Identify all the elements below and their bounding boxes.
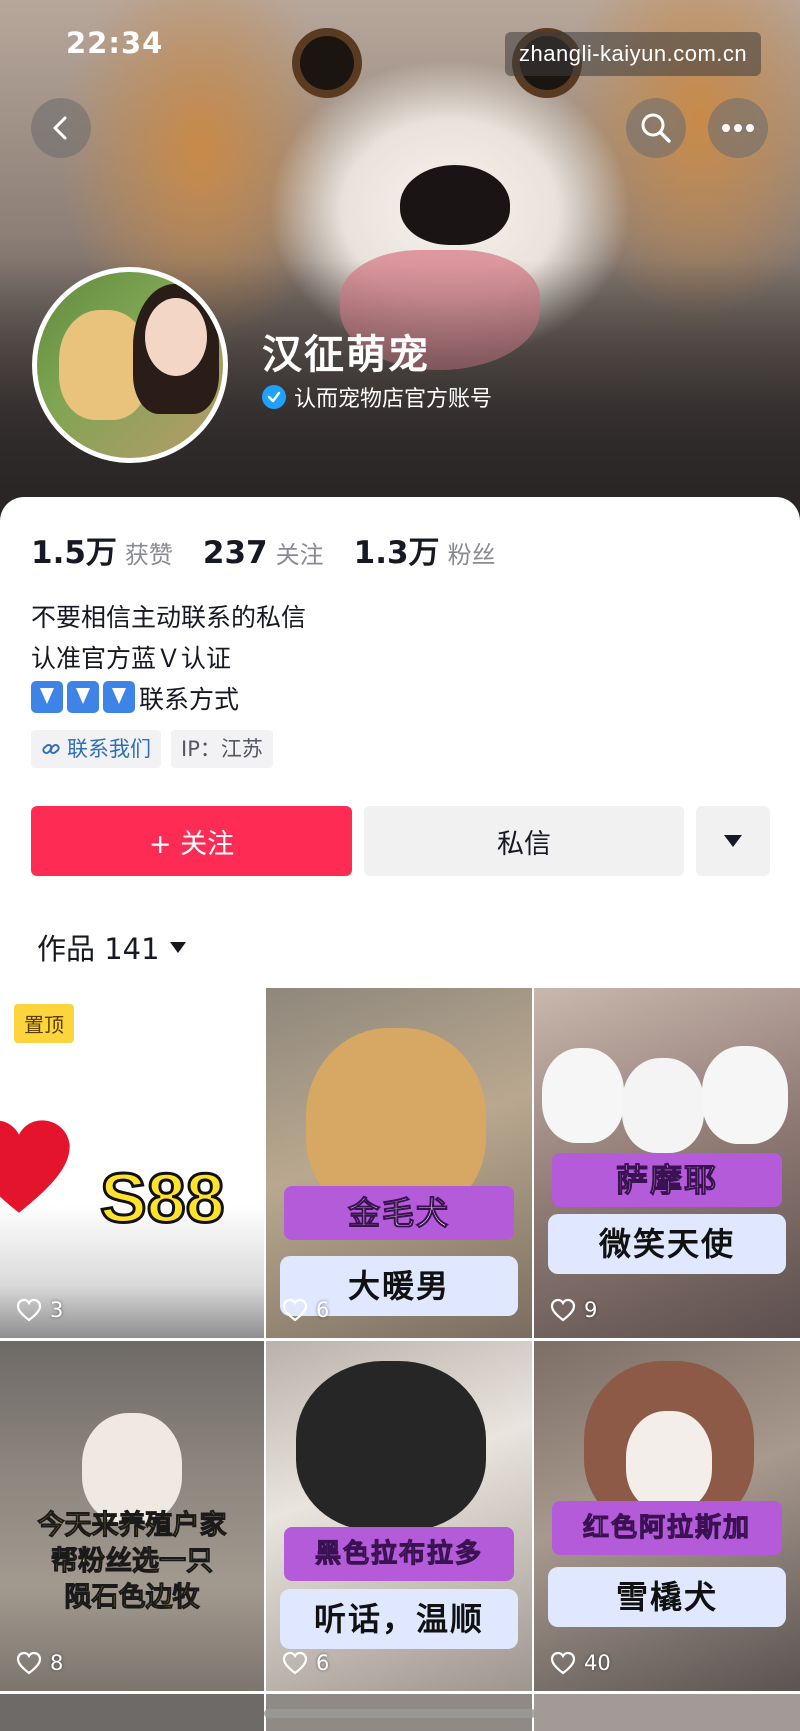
like-heart-icon (550, 1651, 576, 1675)
like-count-value: 6 (316, 1651, 330, 1675)
back-button[interactable] (31, 98, 91, 158)
stat-followers[interactable]: 1.3万 粉丝 (354, 527, 496, 572)
video-grid: 置顶 S88 3 金毛犬 大暖男 6 萨摩耶 微笑天使 9 今天来养殖户家 帮粉… (0, 988, 800, 1731)
video-thumbnail[interactable]: 萨摩耶 微笑天使 9 (534, 988, 800, 1338)
more-options-button[interactable] (708, 98, 768, 158)
like-count-value: 3 (50, 1298, 64, 1322)
tab-works-label: 作品 141 (37, 932, 160, 966)
puppy-image (296, 1361, 486, 1531)
bio-line: 不要相信主动联系的私信 (31, 603, 307, 632)
video-caption-bottom: 微笑天使 (548, 1214, 786, 1274)
video-caption-top: 红色阿拉斯加 (552, 1501, 782, 1555)
video-caption-line: 今天来养殖户家 (37, 1510, 227, 1542)
profile-stats: 1.5万 获赞 237 关注 1.3万 粉丝 (31, 527, 526, 572)
stat-likes-label: 获赞 (124, 541, 173, 569)
like-heart-icon (16, 1298, 42, 1322)
like-heart-icon (550, 1298, 576, 1322)
video-thumbnail[interactable]: 黑色拉布拉多 听话，温顺 6 (266, 1341, 532, 1691)
search-button[interactable] (626, 98, 686, 158)
video-thumbnail[interactable]: 置顶 S88 3 (0, 988, 264, 1338)
status-time: 22:34 (66, 26, 164, 60)
stat-following-value: 237 (202, 535, 268, 571)
search-icon (641, 113, 671, 143)
profile-bio: 不要相信主动联系的私信 认准官方蓝Ｖ认证 联系方式 (31, 597, 306, 720)
video-caption-line: 帮粉丝选一只 (51, 1546, 214, 1578)
profile-tags: 联系我们 IP：江苏 (31, 730, 273, 768)
stat-likes-value: 1.5万 (31, 535, 117, 571)
verified-badge-icon (262, 385, 286, 409)
watermark: zhangli-kaiyun.com.cn (505, 32, 762, 76)
puppy-face (626, 1411, 712, 1511)
bio-line: 认准官方蓝Ｖ认证 (31, 644, 232, 673)
video-caption-bottom: 雪橇犬 (548, 1567, 786, 1627)
pinned-badge: 置顶 (14, 1004, 74, 1043)
video-caption-top: 黑色拉布拉多 (284, 1527, 514, 1581)
follow-button[interactable]: + 关注 (31, 806, 352, 876)
stat-followers-label: 粉丝 (447, 541, 496, 569)
stat-followers-value: 1.3万 (353, 535, 440, 571)
contact-us-label: 联系我们 (67, 737, 151, 761)
verification-row: 认而宠物店官方账号 (262, 381, 492, 413)
home-indicator[interactable] (264, 1709, 536, 1718)
video-caption-line: 陨石色边牧 (64, 1582, 200, 1614)
like-heart-icon (16, 1651, 42, 1675)
like-count-value: 9 (584, 1298, 598, 1322)
video-thumbnail[interactable] (534, 1694, 800, 1731)
video-thumbnail[interactable]: 金毛犬 大暖男 6 (266, 988, 532, 1338)
avatar-face (145, 298, 207, 376)
ip-location-label: IP：江苏 (181, 737, 263, 761)
like-heart-icon (282, 1298, 308, 1322)
tab-works[interactable]: 作品 141 (37, 926, 186, 968)
back-arrow-icon (53, 116, 67, 140)
puppy-image (542, 1048, 624, 1143)
video-thumbnail[interactable]: 红色阿拉斯加 雪橇犬 40 (534, 1341, 800, 1691)
heart-icon (0, 1120, 70, 1213)
like-count: 9 (550, 1298, 597, 1322)
stat-following-label: 关注 (275, 541, 324, 569)
verification-text: 认而宠物店官方账号 (294, 387, 493, 412)
down-arrow-icon (67, 681, 99, 713)
caret-down-icon (169, 941, 186, 953)
avatar[interactable] (32, 267, 228, 463)
video-caption-top: 金毛犬 (284, 1186, 514, 1240)
profile-nickname: 汉征萌宠 (262, 332, 430, 378)
video-big-text: S88 (99, 1158, 227, 1239)
like-count: 40 (550, 1651, 611, 1675)
like-count: 6 (282, 1298, 329, 1322)
like-count: 3 (16, 1298, 63, 1322)
contact-us-link[interactable]: 联系我们 (31, 730, 161, 768)
bio-line: 联系方式 (139, 685, 240, 714)
ip-location-tag: IP：江苏 (171, 730, 273, 768)
message-button[interactable]: 私信 (364, 806, 684, 876)
caret-down-icon (724, 835, 742, 847)
bio-line-contact: 联系方式 (31, 679, 306, 720)
puppy-image (622, 1058, 704, 1153)
puppy-image (702, 1046, 788, 1144)
video-thumbnail[interactable]: 今天来养殖户家 帮粉丝选一只 陨石色边牧 8 (0, 1341, 264, 1691)
like-count-value: 40 (584, 1651, 611, 1675)
video-caption-top: 萨摩耶 (552, 1153, 782, 1207)
like-count: 8 (16, 1651, 63, 1675)
puppy-image (82, 1413, 182, 1523)
like-count: 6 (282, 1651, 329, 1675)
down-arrow-icon (31, 681, 63, 713)
recommend-dropdown-button[interactable] (696, 806, 770, 876)
banner-dog-eye (300, 36, 354, 90)
stat-following[interactable]: 237 关注 (203, 535, 324, 571)
like-count-value: 6 (316, 1298, 330, 1322)
stat-likes[interactable]: 1.5万 获赞 (31, 527, 173, 572)
video-thumbnail[interactable] (0, 1694, 264, 1731)
message-button-label: 私信 (497, 828, 551, 860)
banner-dog-nose (400, 165, 510, 245)
like-heart-icon (282, 1651, 308, 1675)
profile-actions: + 关注 私信 (31, 806, 770, 876)
follow-button-label: + 关注 (148, 828, 235, 860)
like-count-value: 8 (50, 1651, 64, 1675)
video-caption-bottom: 听话，温顺 (280, 1589, 518, 1649)
link-icon (42, 744, 60, 754)
more-dots-icon (722, 124, 754, 132)
down-arrow-icon (103, 681, 135, 713)
